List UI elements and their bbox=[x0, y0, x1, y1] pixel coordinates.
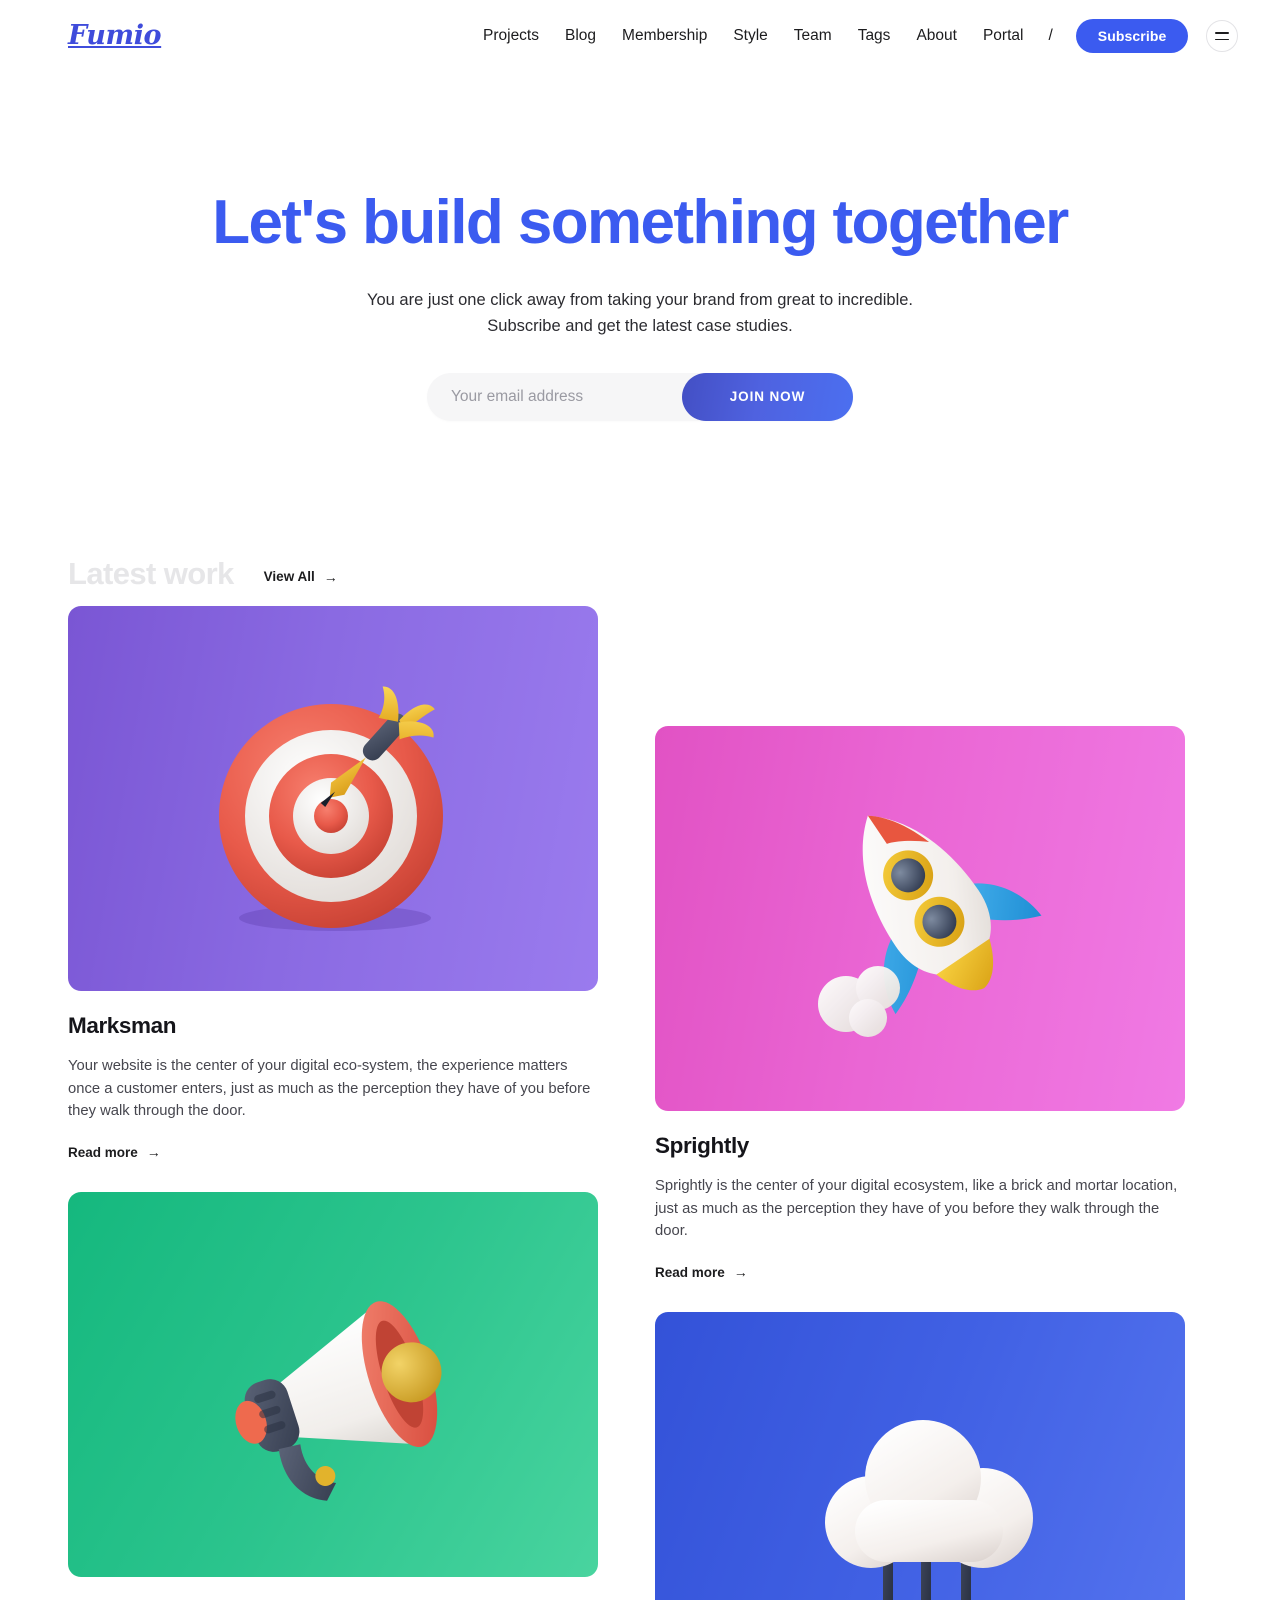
site-header: Fumio Projects Blog Membership Style Tea… bbox=[0, 0, 1280, 72]
arrow-right-icon: → bbox=[146, 1144, 161, 1160]
card-image-sprightly[interactable] bbox=[655, 726, 1185, 1111]
megaphone-icon bbox=[235, 1300, 442, 1501]
work-card-megaphone[interactable] bbox=[68, 1191, 598, 1577]
hero-subtitle: You are just one click away from taking … bbox=[0, 287, 1280, 339]
read-more-label: Read more bbox=[68, 1144, 138, 1160]
card-description-sprightly: Sprightly is the center of your digital … bbox=[655, 1178, 1178, 1239]
view-all-label: View All bbox=[263, 569, 315, 584]
arrow-right-icon: → bbox=[323, 568, 338, 585]
read-more-link-marksman[interactable]: Read more → bbox=[68, 1145, 161, 1160]
site-logo[interactable]: Fumio bbox=[68, 20, 162, 51]
arrow-right-icon: → bbox=[733, 1264, 748, 1280]
work-card-cloud[interactable] bbox=[655, 1311, 1185, 1600]
nav-item-about[interactable]: About bbox=[903, 28, 970, 44]
latest-work-header: Latest work View All → bbox=[68, 556, 338, 592]
card-image-megaphone[interactable] bbox=[68, 1191, 598, 1577]
nav-separator: / bbox=[1048, 27, 1053, 44]
hamburger-icon[interactable] bbox=[1206, 20, 1239, 52]
card-title-marksman: Marksman bbox=[68, 1013, 177, 1038]
page-title: Let's build something together bbox=[212, 188, 1069, 257]
nav-item-membership[interactable]: Membership bbox=[609, 28, 720, 44]
subscribe-button[interactable]: Subscribe bbox=[1075, 19, 1189, 53]
read-more-label: Read more bbox=[655, 1264, 725, 1280]
rocket-icon bbox=[818, 815, 1042, 1037]
main-navigation: Projects Blog Membership Style Team Tags… bbox=[470, 0, 1239, 72]
nav-item-tags[interactable]: Tags bbox=[845, 28, 904, 44]
card-image-marksman[interactable] bbox=[68, 606, 598, 991]
nav-item-blog[interactable]: Blog bbox=[552, 28, 609, 44]
nav-item-team[interactable]: Team bbox=[781, 28, 845, 44]
newsletter-form: JOIN NOW bbox=[427, 372, 853, 421]
target-dartboard-icon bbox=[219, 686, 443, 931]
nav-item-style[interactable]: Style bbox=[720, 28, 780, 44]
cloud-rain-icon bbox=[825, 1419, 1033, 1600]
work-card-sprightly[interactable]: Sprightly Sprightly is the center of you… bbox=[655, 726, 1185, 1282]
card-image-cloud[interactable] bbox=[655, 1311, 1185, 1600]
view-all-link[interactable]: View All → bbox=[264, 569, 338, 584]
nav-item-portal[interactable]: Portal bbox=[970, 28, 1037, 44]
work-card-marksman[interactable]: Marksman Your website is the center of y… bbox=[68, 606, 598, 1162]
join-now-button[interactable]: JOIN NOW bbox=[682, 372, 853, 421]
hamburger-line-top bbox=[1215, 31, 1230, 34]
hero-subtitle-line-2: Subscribe and get the latest case studie… bbox=[487, 316, 793, 335]
grid-column-left: Marksman Your website is the center of y… bbox=[68, 606, 598, 1600]
grid-column-right: Sprightly Sprightly is the center of you… bbox=[655, 726, 1185, 1600]
page-root: Fumio Projects Blog Membership Style Tea… bbox=[0, 0, 1280, 1600]
section-title: Latest work bbox=[68, 556, 234, 591]
card-title-sprightly: Sprightly bbox=[655, 1133, 749, 1158]
read-more-link-sprightly[interactable]: Read more → bbox=[655, 1265, 748, 1280]
nav-item-projects[interactable]: Projects bbox=[470, 28, 552, 44]
hero-subtitle-line-1: You are just one click away from taking … bbox=[367, 290, 913, 309]
work-card-grid: Marksman Your website is the center of y… bbox=[0, 606, 1280, 1600]
hamburger-line-bottom bbox=[1215, 38, 1230, 41]
hero-section: Let's build something together You are j… bbox=[0, 188, 1280, 421]
card-description-marksman: Your website is the center of your digit… bbox=[68, 1058, 591, 1119]
